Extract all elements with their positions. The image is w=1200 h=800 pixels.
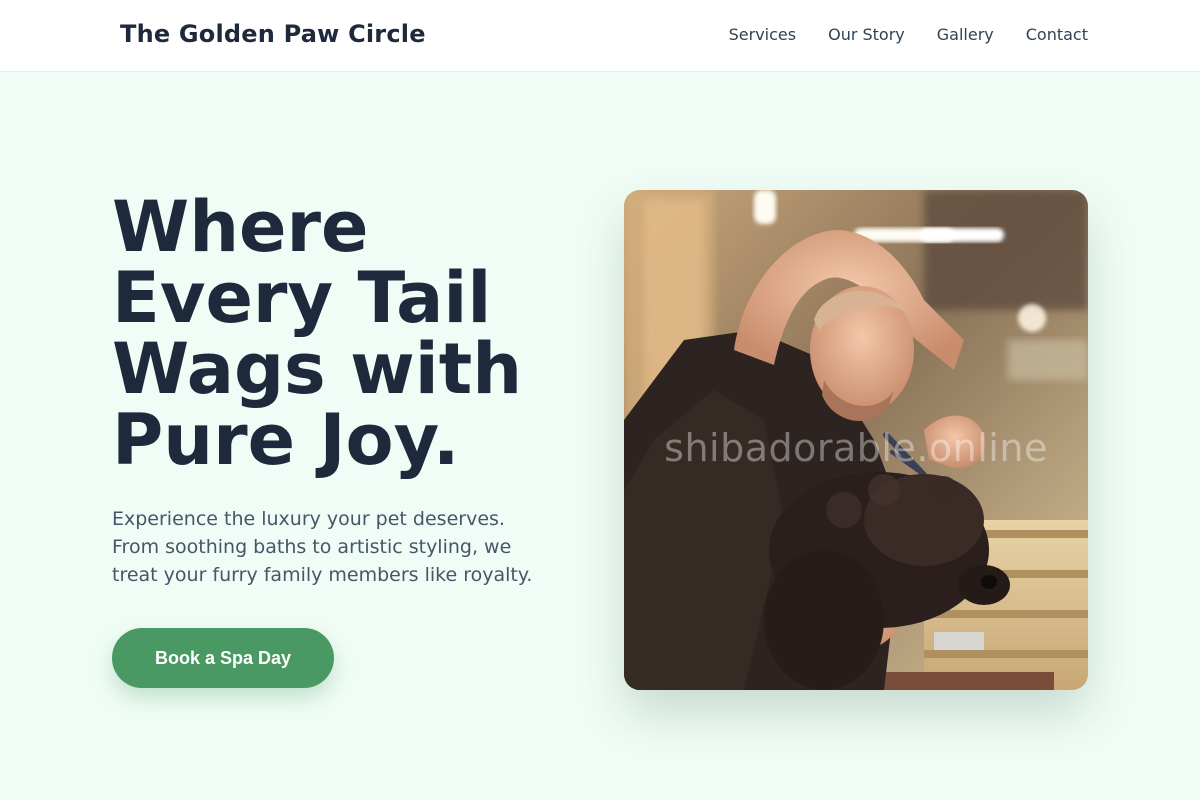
nav-link-services[interactable]: Services: [729, 25, 796, 44]
hero-subtitle-line: treat your furry family members like roy…: [112, 564, 533, 586]
hero-title-line: Every Tail: [112, 257, 492, 339]
nav-link-contact[interactable]: Contact: [1026, 25, 1088, 44]
nav-link-our-story[interactable]: Our Story: [828, 25, 905, 44]
hero-title-line: Pure Joy.: [112, 399, 460, 481]
photo-watermark: shibadorable.online: [664, 426, 1048, 470]
nav-link-gallery[interactable]: Gallery: [937, 25, 994, 44]
hero-subtitle: Experience the luxury your pet deserves.…: [112, 505, 572, 589]
hero-subtitle-line: From soothing baths to artistic styling,…: [112, 536, 512, 558]
hero-title-line: Wags with: [112, 328, 523, 410]
hero-title: Where Every Tail Wags with Pure Joy.: [112, 192, 592, 476]
hero-title-line: Where: [112, 186, 369, 268]
hero-photo-groomer-with-dog: shibadorable.online: [624, 190, 1088, 690]
main-nav: Services Our Story Gallery Contact: [729, 25, 1088, 44]
book-spa-day-button[interactable]: Book a Spa Day: [112, 628, 334, 688]
brand-logo-text[interactable]: The Golden Paw Circle: [120, 20, 426, 48]
hero-subtitle-line: Experience the luxury your pet deserves.: [112, 508, 505, 530]
site-header: The Golden Paw Circle Services Our Story…: [0, 0, 1200, 72]
